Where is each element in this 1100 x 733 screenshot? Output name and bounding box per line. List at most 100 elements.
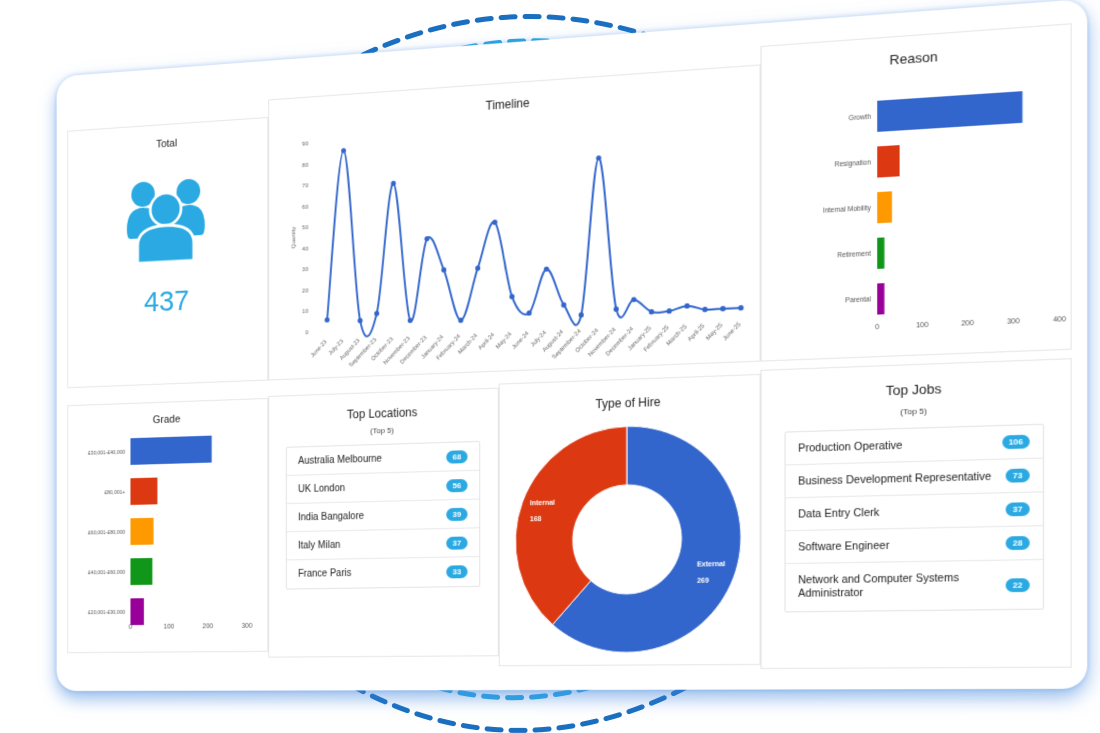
y-tick-label: 30 [302, 267, 308, 273]
category-label: £60,001-£80,000 [88, 530, 125, 537]
timeline-data-point [684, 303, 690, 309]
x-tick-label: 300 [242, 623, 253, 630]
reason-chart: Growth Resignation Internal Mobility Retire… [823, 91, 1066, 331]
count-badge: 33 [446, 565, 468, 579]
x-tick-label: 300 [1007, 318, 1020, 326]
job-label: Software Engineer [798, 539, 890, 554]
bar [877, 145, 900, 178]
hire-chart: External 269 Internal 168 [500, 375, 762, 667]
timeline-data-point [424, 236, 430, 242]
grade-chart: £30,001-£40,000 £80,001+ £60,001-£80,000 £4… [88, 435, 253, 631]
location-label: India Bangalore [298, 510, 364, 523]
slice-value: 168 [530, 516, 542, 523]
timeline-data-point [527, 310, 533, 317]
timeline-data-point [324, 317, 330, 323]
count-badge: 28 [1005, 535, 1030, 551]
timeline-data-point [475, 265, 481, 271]
slice-label: External [697, 560, 725, 568]
count-badge: 37 [446, 535, 468, 550]
x-tick-label: June-24 [511, 330, 531, 351]
job-label: Business Development Representative [798, 469, 992, 488]
count-badge: 106 [1001, 434, 1030, 450]
jobs-subtitle: (Top 5) [900, 406, 927, 417]
grade-panel: Grade £30,001-£40,000 £80,001+ £60,001-£80… [67, 397, 269, 654]
x-tick-label: 400 [1053, 316, 1066, 324]
bar [130, 557, 153, 586]
timeline-data-point [407, 317, 413, 324]
location-label: Australia Melbourne [298, 453, 382, 467]
location-label: UK London [298, 482, 346, 495]
list-item[interactable]: India Bangalore 39 [286, 499, 480, 533]
x-tick-label: 200 [961, 320, 974, 328]
category-label: Retirement [837, 251, 871, 260]
category-label: £80,001+ [105, 490, 126, 496]
timeline-series-line [327, 125, 741, 338]
x-tick-label: March-25 [666, 324, 689, 347]
bar [877, 91, 1023, 132]
timeline-data-point [578, 312, 584, 318]
jobs-title: Top Jobs [885, 380, 942, 399]
bar [130, 598, 144, 626]
total-panel: Total 437 [67, 116, 269, 389]
bar [877, 283, 885, 315]
x-tick-label: 100 [916, 322, 929, 330]
x-tick-label: May-25 [705, 322, 724, 341]
dashboard-card: Total 437 Timeline 0 10 20 30 40 50 60 70 80 90 Qu… [56, 0, 1088, 692]
job-label: Network and Computer Systems Administrat… [798, 571, 959, 600]
slice-value: 269 [697, 577, 709, 585]
y-tick-label: 80 [302, 162, 308, 168]
x-tick-label: April-24 [478, 332, 497, 352]
locations-panel: Top Locations (Top 5) Australia Melbourn… [268, 387, 499, 658]
timeline-panel: Timeline 0 10 20 30 40 50 60 70 80 90 Quantity June… [268, 64, 761, 381]
list-item[interactable]: Software Engineer 28 [785, 526, 1043, 565]
category-label: £40,001-£60,000 [88, 570, 125, 576]
timeline-data-point [666, 308, 672, 314]
bar [130, 435, 212, 465]
list-item[interactable]: Network and Computer Systems Administrat… [786, 560, 1043, 611]
timeline-data-point [357, 317, 363, 324]
jobs-panel: Top Jobs (Top 5) Production Operative 106… [760, 358, 1072, 670]
x-tick-label: 100 [164, 624, 175, 631]
x-tick-label: March-24 [458, 332, 480, 355]
list-item[interactable]: France Paris 33 [287, 557, 479, 588]
timeline-data-point [631, 296, 637, 303]
list-item[interactable]: Italy Milan 37 [286, 528, 480, 561]
bar [877, 237, 885, 269]
bar [130, 517, 154, 545]
category-label: Growth [849, 114, 872, 123]
y-tick-label: 0 [305, 330, 308, 336]
location-label: Italy Milan [298, 539, 341, 551]
total-title: Total [156, 137, 178, 151]
count-badge: 39 [446, 507, 468, 521]
list-item[interactable]: Data Entry Clerk 37 [785, 492, 1043, 532]
reason-panel: Reason Growth Resignation Internal Mobilit… [760, 23, 1072, 362]
job-label: Data Entry Clerk [798, 506, 880, 521]
y-tick-label: 10 [302, 309, 308, 315]
timeline-data-point [374, 310, 380, 317]
jobs-list: Production Operative 106 Business Develop… [784, 423, 1045, 613]
category-label: Parental [845, 297, 871, 306]
bar [877, 191, 892, 224]
list-item[interactable]: UK London 56 [286, 470, 480, 505]
locations-title: Top Locations [346, 405, 418, 422]
x-tick-label: April-25 [687, 323, 706, 343]
slice-label: Internal [530, 500, 555, 508]
y-tick-label: 20 [302, 288, 308, 294]
x-tick-label: 200 [202, 623, 213, 630]
category-label: Resignation [835, 160, 872, 170]
users-group-icon [126, 178, 205, 266]
x-tick-label: 0 [129, 624, 133, 631]
count-badge: 22 [1005, 577, 1030, 592]
count-badge: 68 [446, 449, 468, 464]
category-label: £30,001-£40,000 [88, 450, 125, 457]
x-tick-label: June-25 [722, 322, 742, 343]
locations-subtitle: (Top 5) [370, 425, 394, 436]
count-badge: 56 [446, 478, 468, 492]
location-label: France Paris [298, 568, 352, 580]
hire-panel: Type of Hire External 269 Internal 168 [498, 373, 762, 667]
y-tick-label: 90 [302, 141, 308, 147]
count-badge: 73 [1005, 468, 1030, 483]
job-label: Production Operative [798, 438, 903, 455]
y-axis-label: Quantity [291, 226, 297, 248]
category-label: £20,001-£30,000 [88, 610, 125, 616]
